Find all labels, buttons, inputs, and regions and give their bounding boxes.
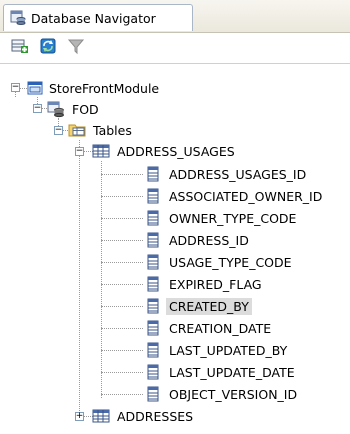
tree-node-module[interactable]: StoreFrontModule [26,78,162,98]
column-icon [144,363,162,381]
tree-node-column[interactable]: ASSOCIATED_OWNER_ID [144,186,325,206]
module-icon [26,79,44,97]
new-connection-button[interactable] [10,37,30,57]
tree-node-tables-folder[interactable]: Tables [68,120,135,140]
column-icon [144,187,162,205]
tree-node-label: ASSOCIATED_OWNER_ID [169,188,323,204]
tree-node-label: CREATED_BY [166,297,252,315]
tree-node-column-selected[interactable]: CREATED_BY [144,296,252,316]
tree-node-column[interactable]: LAST_UPDATE_DATE [144,362,298,382]
tree-node-column[interactable]: OWNER_TYPE_CODE [144,208,299,228]
tree-node-label: LAST_UPDATED_BY [169,342,288,358]
tree-node-label: ADDRESS_USAGES_ID [169,166,307,182]
tree-line [79,140,80,417]
tree-line [101,174,143,175]
column-icon [144,231,162,249]
tree-node-label: CREATION_DATE [169,320,272,336]
tab-bar: Database Navigator [0,0,350,33]
tree-node-label: LAST_UPDATE_DATE [169,364,295,380]
navigator-tree: − − − − + StoreFrontModule FOD Tables AD… [0,64,350,434]
tree-node-table[interactable]: ADDRESS_USAGES [92,141,238,161]
tree-node-label: StoreFrontModule [49,80,160,96]
tree-line [101,262,143,263]
tree-line [101,328,143,329]
table-icon [92,407,110,425]
tab-label: Database Navigator [31,10,156,26]
column-icon [144,319,162,337]
tree-line [101,218,143,219]
tree-node-column[interactable]: CREATION_DATE [144,318,274,338]
table-icon [92,142,110,160]
filter-icon [67,37,85,58]
connection-icon [47,100,65,118]
tree-node-label: Tables [93,122,132,138]
collapse-toggle[interactable]: − [11,83,20,92]
tab-database-navigator[interactable]: Database Navigator [3,4,193,31]
column-icon [144,253,162,271]
expand-toggle[interactable]: + [75,412,84,421]
column-icon [144,297,162,315]
tree-node-label: ADDRESSES [117,408,194,424]
new-connection-icon [11,37,29,58]
tree-line [101,240,143,241]
tree-line [101,350,143,351]
collapse-toggle[interactable]: − [54,126,63,135]
collapse-toggle[interactable]: − [75,147,84,156]
tree-node-column[interactable]: EXPIRED_FLAG [144,274,265,294]
refresh-icon [39,37,57,58]
tree-node-label: ADDRESS_ID [169,232,249,248]
tree-node-label: FOD [72,101,99,117]
database-navigator-icon [10,9,26,28]
tree-node-connection[interactable]: FOD [47,99,102,119]
tree-node-label: ADDRESS_USAGES [117,143,235,159]
tree-node-label: EXPIRED_FLAG [169,276,262,292]
tree-node-column[interactable]: ADDRESS_ID [144,230,252,250]
tree-node-label: OWNER_TYPE_CODE [169,210,297,226]
refresh-button[interactable] [38,37,58,57]
collapse-toggle[interactable]: − [33,104,42,113]
tree-node-label: OBJECT_VERSION_ID [169,386,298,402]
tree-line [101,306,143,307]
tree-line [101,284,143,285]
tree-node-column[interactable]: ADDRESS_USAGES_ID [144,164,309,184]
tree-line [101,372,143,373]
tree-line [101,394,143,395]
tree-node-column[interactable]: LAST_UPDATED_BY [144,340,290,360]
column-icon [144,275,162,293]
tree-line [101,196,143,197]
folder-icon [68,121,86,139]
toolbar [0,33,350,61]
tree-node-label: USAGE_TYPE_CODE [169,254,292,270]
filter-button[interactable] [66,37,86,57]
column-icon [144,209,162,227]
tree-node-table[interactable]: ADDRESSES [92,406,196,426]
column-icon [144,341,162,359]
column-icon [144,385,162,403]
tree-node-column[interactable]: USAGE_TYPE_CODE [144,252,295,272]
tree-node-column[interactable]: OBJECT_VERSION_ID [144,384,300,404]
column-icon [144,165,162,183]
